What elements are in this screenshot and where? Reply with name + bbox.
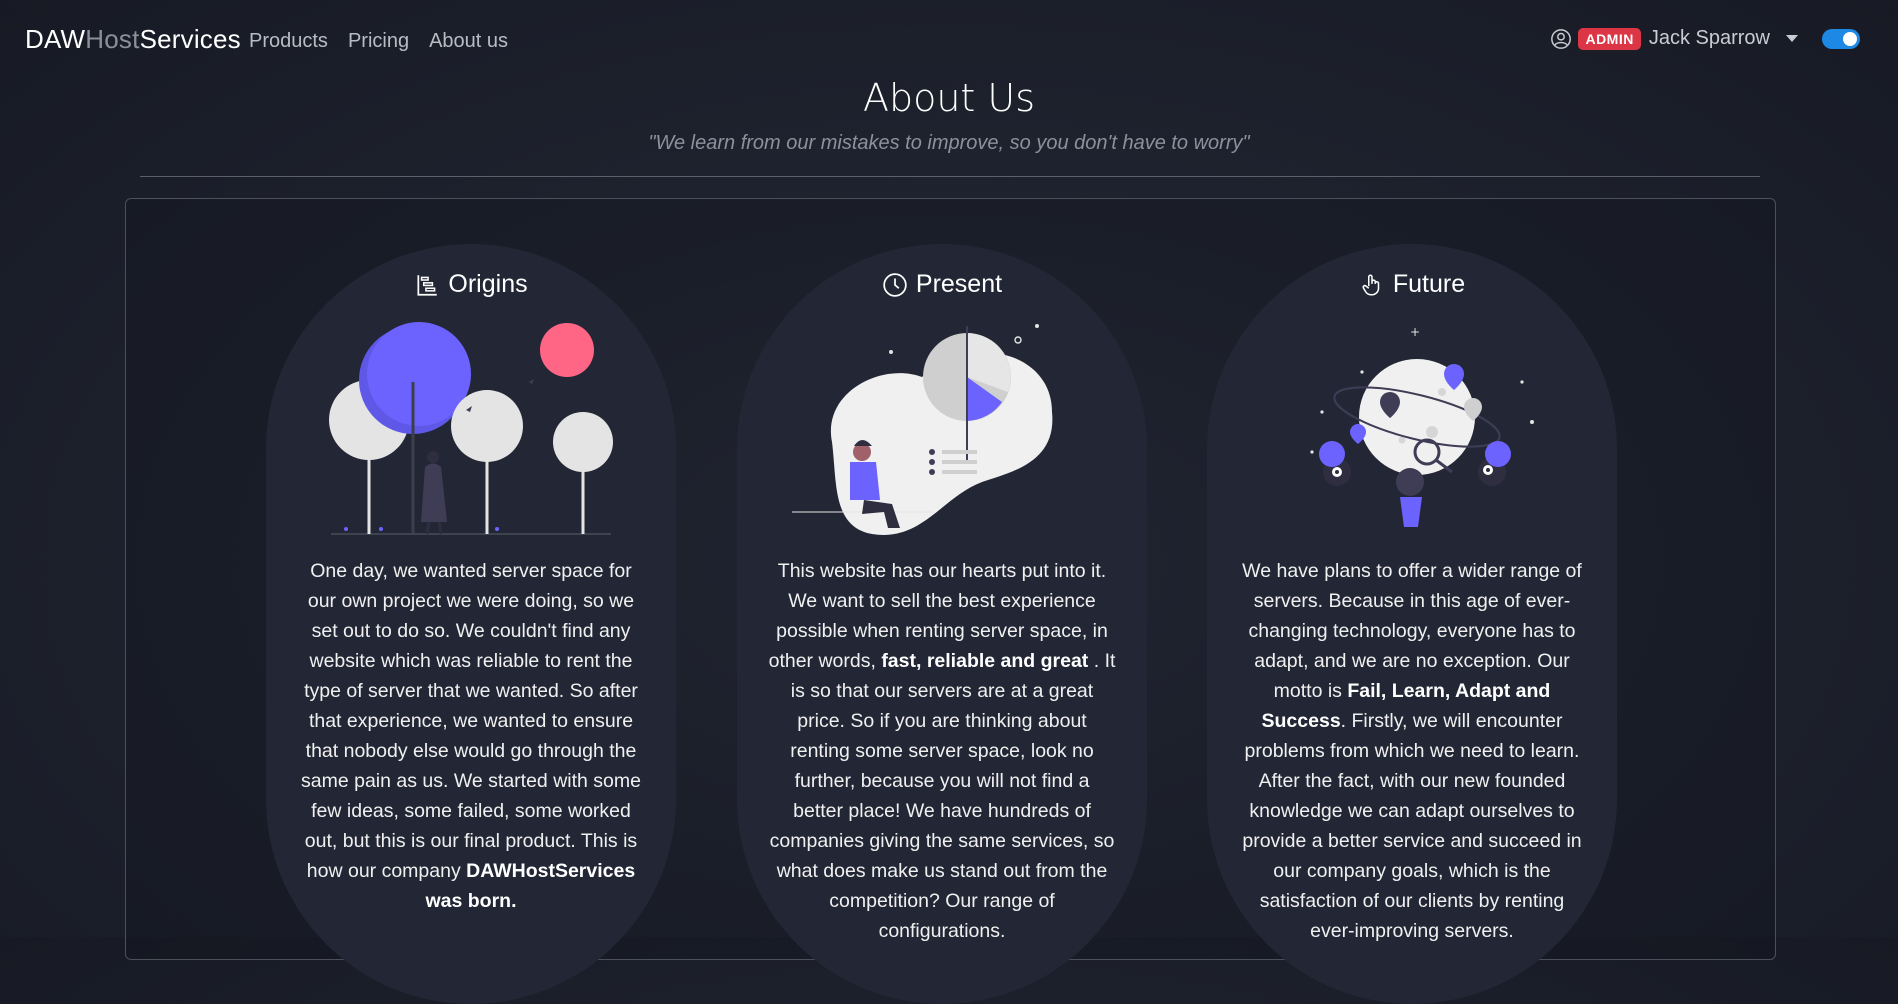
- column-text: One day, we wanted server space for our …: [301, 560, 641, 882]
- user-menu[interactable]: ADMIN Jack Sparrow: [1550, 27, 1798, 50]
- column-text-future: We have plans to offer a wider range of …: [1237, 556, 1587, 946]
- nav-link-products[interactable]: Products: [249, 30, 328, 53]
- nav-links: Products Pricing About us: [249, 30, 508, 53]
- column-origins: Origins One day, we wanted server space …: [266, 244, 676, 1004]
- pointer-hand-icon: [1362, 274, 1380, 296]
- brand-part-daw: DAW: [25, 24, 86, 54]
- brand-part-services: Services: [139, 24, 241, 54]
- clock-icon: [883, 272, 907, 297]
- column-future: Future + We have plans to offer a wider …: [1207, 244, 1617, 1004]
- navbar: DAWHostServices Products Pricing About u…: [0, 0, 1898, 80]
- column-title-future: Future: [1207, 270, 1617, 299]
- svg-text:+: +: [1410, 325, 1420, 339]
- brand-part-host: Host: [85, 24, 140, 54]
- timeline-icon: [417, 274, 438, 296]
- trees-illustration: [329, 322, 613, 535]
- column-text-after: . It is so that our servers are at a gre…: [769, 650, 1116, 942]
- column-title-present: Present: [737, 270, 1147, 299]
- column-text-after: . Firstly, we will encounter problems fr…: [1242, 710, 1582, 942]
- brand-logo[interactable]: DAWHostServices: [25, 24, 241, 55]
- pie-chart-illustration: [792, 324, 1053, 535]
- column-title-text: Future: [1392, 270, 1466, 298]
- moon-explorers-illustration: +: [1310, 325, 1534, 527]
- toggle-knob: [1843, 32, 1857, 46]
- chevron-down-icon[interactable]: [1786, 35, 1798, 42]
- nav-link-pricing[interactable]: Pricing: [348, 30, 409, 53]
- page-title: About Us: [862, 76, 1036, 120]
- page-quote: "We learn from our mistakes to improve, …: [648, 132, 1250, 154]
- user-circle-icon: [1551, 28, 1572, 49]
- user-name[interactable]: Jack Sparrow: [1649, 27, 1770, 50]
- column-title-origins: Origins: [266, 270, 676, 299]
- column-title-text: Origins: [448, 270, 528, 298]
- column-title-text: Present: [915, 270, 1003, 298]
- admin-badge: ADMIN: [1578, 27, 1641, 50]
- divider: [140, 176, 1760, 177]
- column-text-present: This website has our hearts put into it.…: [767, 556, 1117, 946]
- theme-toggle[interactable]: [1822, 29, 1860, 49]
- column-text-bold: fast, reliable and great: [881, 650, 1089, 672]
- column-present: Present This website has our hearts put …: [737, 244, 1147, 1004]
- column-text-origins: One day, we wanted server space for our …: [296, 556, 646, 916]
- nav-link-about-us[interactable]: About us: [429, 30, 508, 53]
